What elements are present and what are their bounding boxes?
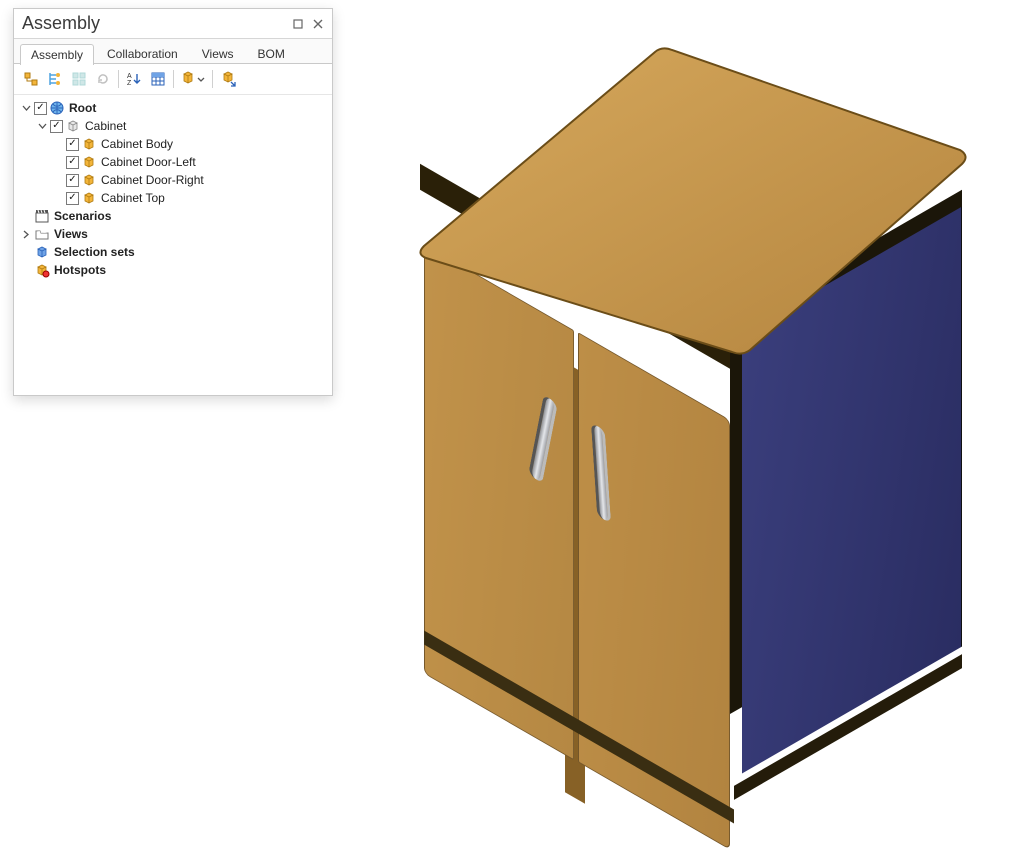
panel-title: Assembly xyxy=(22,13,286,34)
visibility-checkbox[interactable]: ✓ xyxy=(66,174,79,187)
cube-icon xyxy=(81,154,97,170)
tree-node-label: Cabinet Body xyxy=(99,137,173,151)
tab-assembly[interactable]: Assembly xyxy=(20,44,94,65)
assembly-tree[interactable]: ✓ Root ✓ Cabinet ✓ Cabinet Body ✓ Cabinet Door-… xyxy=(14,95,332,395)
structure-icon[interactable] xyxy=(20,68,42,90)
tree-node[interactable]: Scenarios xyxy=(18,207,328,225)
visibility-checkbox[interactable]: ✓ xyxy=(66,156,79,169)
tree-node-label: Scenarios xyxy=(52,209,111,223)
visibility-checkbox[interactable]: ✓ xyxy=(66,138,79,151)
tree-node[interactable]: ✓ Root xyxy=(18,99,328,117)
svg-text:Z: Z xyxy=(127,80,132,87)
cabinet-top xyxy=(410,40,970,360)
expander-icon[interactable] xyxy=(20,228,32,240)
tab-collaboration[interactable]: Collaboration xyxy=(96,43,189,64)
package-dropdown-icon[interactable] xyxy=(178,68,208,90)
panel-tabs: Assembly Collaboration Views BOM xyxy=(14,39,332,64)
tab-label: Assembly xyxy=(31,48,83,62)
refresh-icon[interactable] xyxy=(92,68,114,90)
tree-node[interactable]: ✓ Cabinet Door-Left xyxy=(18,153,328,171)
tree-node[interactable]: ✓ Cabinet xyxy=(18,117,328,135)
assembly-panel: Assembly Assembly Collaboration Views BO… xyxy=(13,8,333,396)
tree-node[interactable]: ✓ Cabinet Body xyxy=(18,135,328,153)
panel-titlebar: Assembly xyxy=(14,9,332,39)
tree-node-label: Hotspots xyxy=(52,263,106,277)
expander-icon[interactable] xyxy=(20,102,32,114)
close-icon[interactable] xyxy=(310,16,326,32)
visibility-checkbox[interactable]: ✓ xyxy=(34,102,47,115)
tree-node[interactable]: Views xyxy=(18,225,328,243)
tree-node[interactable]: Selection sets xyxy=(18,243,328,261)
tab-label: BOM xyxy=(258,47,285,61)
tree-node-label: Cabinet xyxy=(83,119,126,133)
tree-node-label: Cabinet Door-Left xyxy=(99,155,196,169)
globe-icon xyxy=(49,100,65,116)
restore-window-icon[interactable] xyxy=(290,16,306,32)
table-icon[interactable] xyxy=(147,68,169,90)
tree-node-label: Selection sets xyxy=(52,245,135,259)
cube-icon xyxy=(81,136,97,152)
viewport-3d[interactable] xyxy=(400,40,980,740)
clap-icon xyxy=(34,208,50,224)
tree-node[interactable]: ✓ Cabinet Top xyxy=(18,189,328,207)
cube-icon xyxy=(81,190,97,206)
tree-node-label: Views xyxy=(52,227,88,241)
tree-node-label: Root xyxy=(67,101,96,115)
svg-text:A: A xyxy=(127,73,132,80)
tree-node-label: Cabinet Top xyxy=(99,191,165,205)
tab-views[interactable]: Views xyxy=(191,43,245,64)
hot-icon xyxy=(34,262,50,278)
blocks-icon[interactable] xyxy=(68,68,90,90)
expander-icon[interactable] xyxy=(36,120,48,132)
tree-node[interactable]: Hotspots xyxy=(18,261,328,279)
visibility-checkbox[interactable]: ✓ xyxy=(66,192,79,205)
tree-node[interactable]: ✓ Cabinet Door-Right xyxy=(18,171,328,189)
sel-icon xyxy=(34,244,50,260)
visibility-checkbox[interactable]: ✓ xyxy=(50,120,63,133)
part-icon xyxy=(65,118,81,134)
tree-node-label: Cabinet Door-Right xyxy=(99,173,204,187)
tab-bom[interactable]: BOM xyxy=(247,43,296,64)
tree-icon[interactable] xyxy=(44,68,66,90)
tab-label: Collaboration xyxy=(107,47,178,61)
cube-icon xyxy=(81,172,97,188)
panel-toolbar: AZ xyxy=(14,64,332,95)
folder-icon xyxy=(34,226,50,242)
tab-label: Views xyxy=(202,47,234,61)
sort-az-icon[interactable]: AZ xyxy=(123,68,145,90)
select-linked-icon[interactable] xyxy=(217,68,239,90)
